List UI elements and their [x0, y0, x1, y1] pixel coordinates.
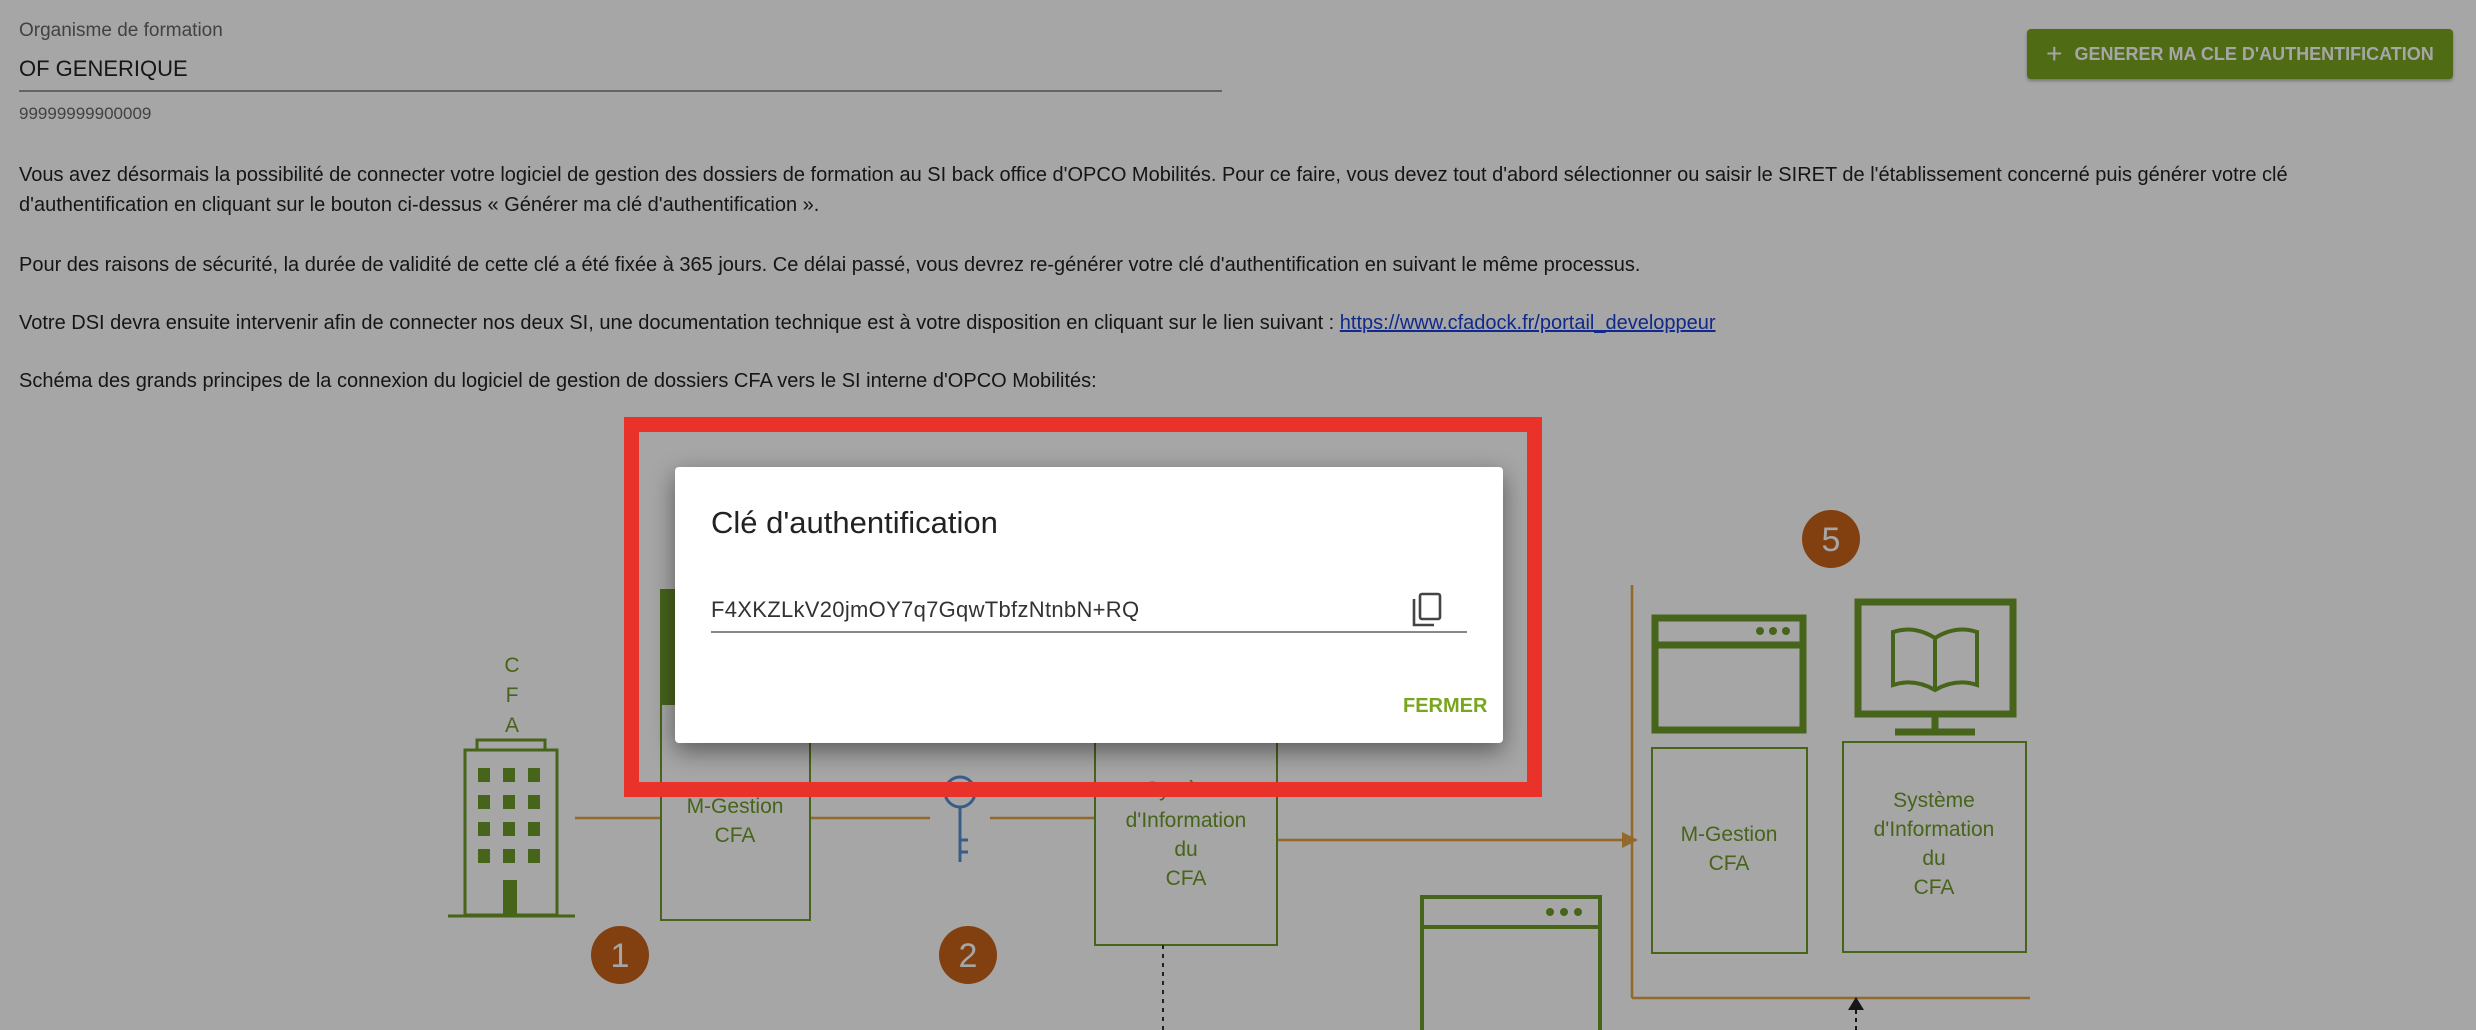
copy-icon[interactable] [1410, 591, 1444, 629]
auth-key-dialog: Clé d'authentification F4XKZLkV20jmOY7q7… [675, 467, 1503, 743]
auth-key-underline [711, 631, 1467, 633]
dialog-title: Clé d'authentification [711, 505, 998, 540]
auth-key-field[interactable]: F4XKZLkV20jmOY7q7GqwTbfzNtnbN+RQ [711, 597, 1139, 623]
close-button[interactable]: FERMER [1403, 695, 1487, 718]
page: Organisme de formation OF GENERIQUE 9999… [0, 0, 2476, 1030]
